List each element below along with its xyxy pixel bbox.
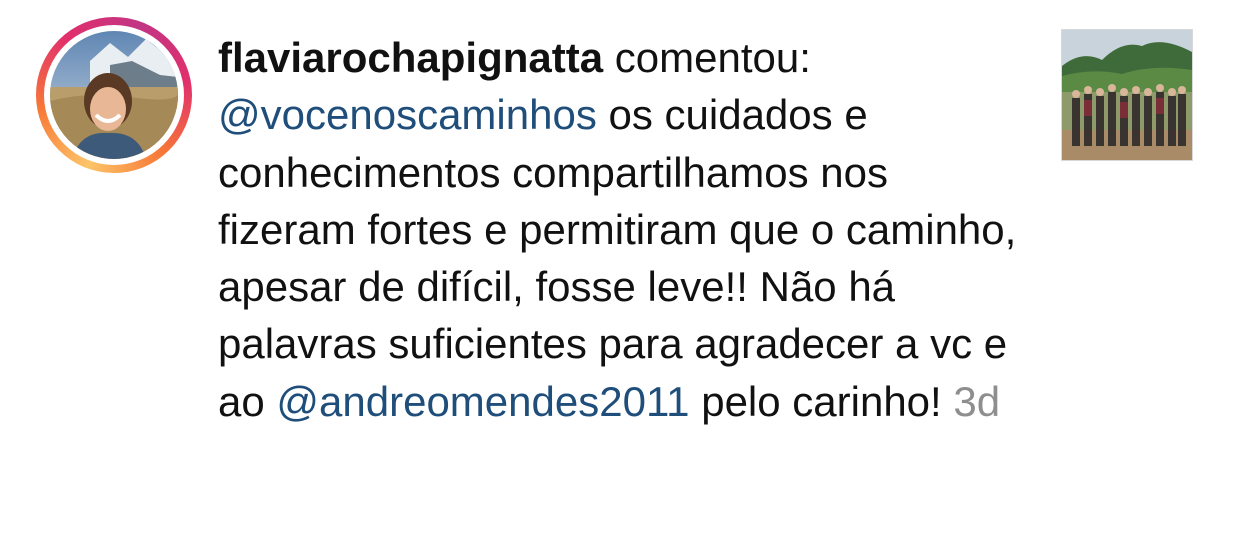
avatar-ring-gap xyxy=(44,25,184,165)
comment-username[interactable]: flaviarochapignatta xyxy=(218,34,603,81)
avatar[interactable] xyxy=(50,31,178,159)
avatar-image xyxy=(50,31,178,159)
mention-link[interactable]: @andreomendes2011 xyxy=(276,378,689,425)
mention-link[interactable]: @vocenoscaminhos xyxy=(218,91,597,138)
avatar-story-ring[interactable] xyxy=(36,17,192,173)
comment-text: flaviarochapignatta comentou: @vocenoscam… xyxy=(218,29,1018,430)
comment-timestamp: 3d xyxy=(953,377,1001,425)
comment-body-end: pelo carinho! xyxy=(701,377,942,425)
group-hike-photo-icon xyxy=(1062,30,1192,160)
comment-action: comentou: xyxy=(614,34,811,81)
post-thumbnail[interactable] xyxy=(1061,29,1193,161)
comment-body: os cuidados e conhecimentos compartilham… xyxy=(218,91,1017,425)
